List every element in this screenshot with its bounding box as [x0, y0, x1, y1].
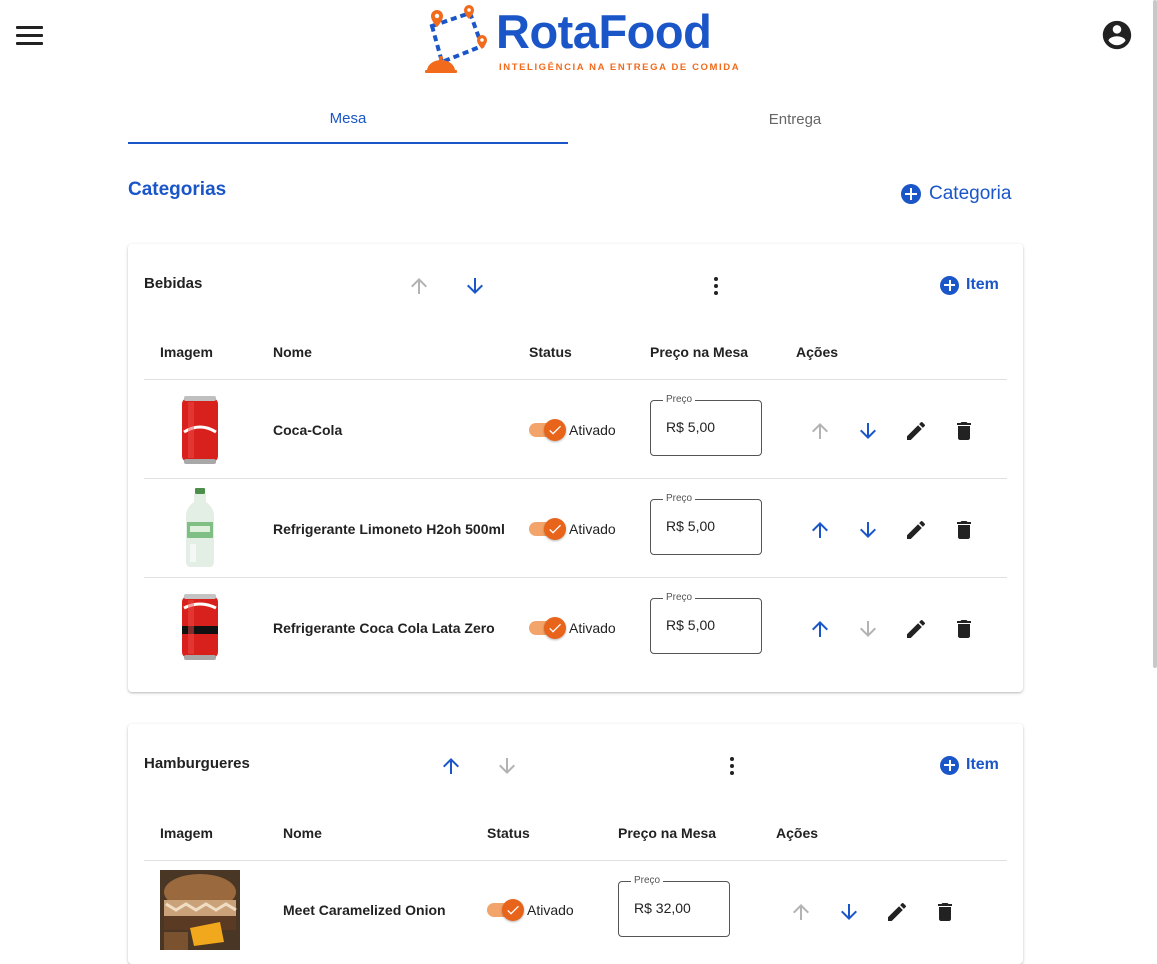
- menu-icon[interactable]: [16, 20, 50, 50]
- check-icon: [549, 623, 561, 633]
- check-icon: [507, 905, 519, 915]
- more-vert-icon[interactable]: [717, 751, 747, 781]
- tabs: Mesa Entrega: [128, 96, 1023, 144]
- delete-icon[interactable]: [949, 614, 979, 644]
- column-header-name: Nome: [283, 825, 322, 841]
- add-category-label: Categoria: [929, 183, 1012, 204]
- price-field-label: Preço: [663, 493, 696, 504]
- column-header-price: Preço na Mesa: [618, 825, 717, 841]
- category-title: Hamburgueres: [144, 755, 250, 772]
- price-field[interactable]: Preço: [618, 875, 730, 937]
- row-divider: [144, 478, 1007, 479]
- brand-name: RotaFood: [496, 5, 712, 58]
- arrow-up-icon[interactable]: [805, 416, 835, 446]
- status-toggle[interactable]: Ativado: [529, 516, 616, 542]
- add-circle-icon: [901, 184, 921, 204]
- add-item-button[interactable]: Item: [940, 754, 999, 776]
- edit-icon[interactable]: [901, 614, 931, 644]
- status-label: Ativado: [569, 521, 616, 537]
- brand-tagline: INTELIGÊNCIA NA ENTREGA DE COMIDA: [499, 62, 741, 73]
- delete-icon[interactable]: [949, 515, 979, 545]
- price-input[interactable]: [666, 617, 756, 633]
- arrow-down-icon[interactable]: [853, 515, 883, 545]
- price-field[interactable]: Preço: [650, 493, 762, 555]
- status-label: Ativado: [569, 620, 616, 636]
- delete-icon[interactable]: [930, 897, 960, 927]
- status-toggle[interactable]: Ativado: [529, 417, 616, 443]
- tab-mesa[interactable]: Mesa: [128, 96, 568, 144]
- add-circle-icon: [940, 275, 959, 295]
- toggle-switch[interactable]: [487, 897, 524, 923]
- column-header-actions: Ações: [796, 344, 839, 360]
- arrow-down-icon[interactable]: [834, 897, 864, 927]
- arrow-down-icon[interactable]: [492, 751, 522, 781]
- edit-icon[interactable]: [901, 416, 931, 446]
- account-circle-icon[interactable]: [1100, 18, 1134, 52]
- vertical-scrollbar[interactable]: [1153, 0, 1157, 668]
- route-map-icon: [425, 5, 487, 73]
- add-item-label: Item: [966, 276, 999, 293]
- category-card-bebidas: Bebidas Item Imagem Nome Status Preço na…: [128, 244, 1023, 692]
- product-image-coca-cola-zero: [182, 594, 218, 660]
- product-name: Coca-Cola: [273, 422, 343, 438]
- category-card-hamburgueres: Hamburgueres Item Imagem Nome Status Pre…: [128, 724, 1023, 964]
- tab-entrega[interactable]: Entrega: [575, 96, 1015, 144]
- price-field-label: Preço: [663, 592, 696, 603]
- arrow-down-icon[interactable]: [460, 271, 490, 301]
- price-input[interactable]: [666, 419, 756, 435]
- product-name: Meet Caramelized Onion: [283, 902, 446, 918]
- arrow-down-icon[interactable]: [853, 614, 883, 644]
- status-label: Ativado: [569, 422, 616, 438]
- more-vert-icon[interactable]: [701, 271, 731, 301]
- price-field-label: Preço: [631, 875, 664, 886]
- product-image-burger: [160, 870, 240, 950]
- app-header: RotaFood INTELIGÊNCIA NA ENTREGA DE COMI…: [0, 0, 1157, 80]
- arrow-up-icon[interactable]: [436, 751, 466, 781]
- price-input[interactable]: [634, 900, 724, 916]
- rotafood-logo[interactable]: RotaFood INTELIGÊNCIA NA ENTREGA DE COMI…: [420, 4, 739, 76]
- row-divider: [144, 379, 1007, 380]
- column-header-name: Nome: [273, 344, 312, 360]
- add-category-button[interactable]: Categoria: [901, 182, 1011, 206]
- row-divider: [144, 577, 1007, 578]
- product-name: Refrigerante Limoneto H2oh 500ml: [273, 521, 505, 537]
- column-header-price: Preço na Mesa: [650, 344, 749, 360]
- row-divider: [144, 860, 1007, 861]
- column-header-image: Imagem: [160, 344, 213, 360]
- add-circle-icon: [940, 755, 959, 775]
- column-header-actions: Ações: [776, 825, 819, 841]
- product-image-coca-cola: [182, 396, 218, 464]
- delete-icon[interactable]: [949, 416, 979, 446]
- add-item-button[interactable]: Item: [940, 274, 999, 296]
- add-item-label: Item: [966, 756, 999, 773]
- toggle-switch[interactable]: [529, 615, 566, 641]
- column-header-status: Status: [529, 344, 572, 360]
- check-icon: [549, 524, 561, 534]
- price-field[interactable]: Preço: [650, 394, 762, 456]
- arrow-up-icon[interactable]: [404, 271, 434, 301]
- toggle-switch[interactable]: [529, 417, 566, 443]
- price-field[interactable]: Preço: [650, 592, 762, 654]
- edit-icon[interactable]: [901, 515, 931, 545]
- arrow-up-icon[interactable]: [805, 614, 835, 644]
- arrow-up-icon[interactable]: [805, 515, 835, 545]
- categories-title: Categorias: [128, 179, 227, 200]
- status-toggle[interactable]: Ativado: [487, 897, 574, 923]
- column-header-image: Imagem: [160, 825, 213, 841]
- price-field-label: Preço: [663, 394, 696, 405]
- column-header-status: Status: [487, 825, 530, 841]
- check-icon: [549, 425, 561, 435]
- product-image-limoneto: [186, 488, 214, 567]
- status-toggle[interactable]: Ativado: [529, 615, 616, 641]
- product-name: Refrigerante Coca Cola Lata Zero: [273, 620, 495, 636]
- status-label: Ativado: [527, 902, 574, 918]
- category-title: Bebidas: [144, 275, 203, 292]
- price-input[interactable]: [666, 518, 756, 534]
- arrow-down-icon[interactable]: [853, 416, 883, 446]
- arrow-up-icon[interactable]: [786, 897, 816, 927]
- edit-icon[interactable]: [882, 897, 912, 927]
- toggle-switch[interactable]: [529, 516, 566, 542]
